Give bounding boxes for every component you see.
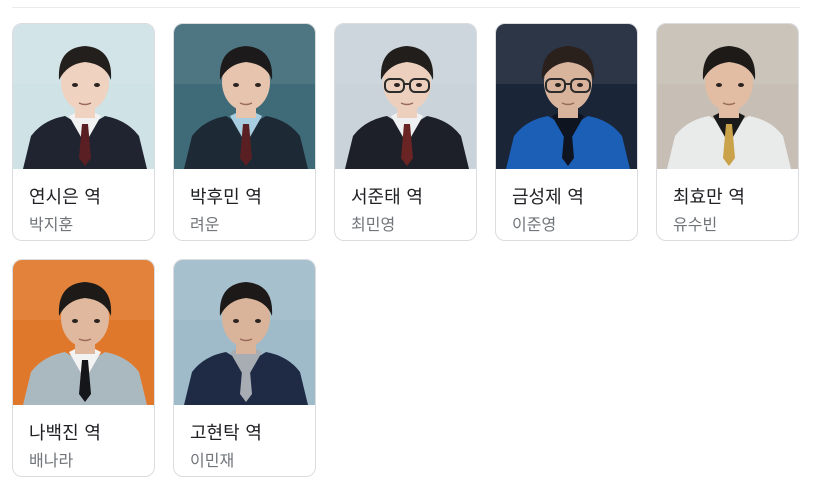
cast-actor-name: 려운: [190, 215, 220, 234]
cast-card[interactable]: 박후민 역려운: [173, 23, 316, 241]
cast-photo: [13, 24, 154, 169]
cast-role-name: 최효만 역: [673, 187, 745, 208]
cast-role-name: 나백진 역: [29, 423, 101, 444]
top-divider: [12, 7, 800, 8]
cast-card[interactable]: 나백진 역배나라: [12, 259, 155, 477]
cast-actor-name: 이민재: [190, 451, 235, 470]
cast-photo: [174, 24, 315, 169]
cast-card[interactable]: 금성제 역이준영: [495, 23, 638, 241]
cast-card[interactable]: 고현탁 역이민재: [173, 259, 316, 477]
cast-role-name: 고현탁 역: [190, 423, 262, 444]
cast-card[interactable]: 최효만 역유수빈: [656, 23, 799, 241]
cast-photo: [335, 24, 476, 169]
cast-actor-name: 최민영: [351, 215, 396, 234]
cast-photo: [13, 260, 154, 405]
cast-actor-name: 유수빈: [673, 215, 718, 234]
cast-role-name: 연시은 역: [29, 187, 101, 208]
cast-role-name: 금성제 역: [512, 187, 584, 208]
cast-card[interactable]: 연시은 역박지훈: [12, 23, 155, 241]
cast-photo: [496, 24, 637, 169]
cast-role-name: 박후민 역: [190, 187, 262, 208]
cast-role-name: 서준태 역: [351, 187, 423, 208]
cast-photo: [657, 24, 798, 169]
cast-actor-name: 배나라: [29, 451, 74, 470]
cast-actor-name: 이준영: [512, 215, 557, 234]
cast-card[interactable]: 서준태 역최민영: [334, 23, 477, 241]
cast-actor-name: 박지훈: [29, 215, 74, 234]
cast-photo: [174, 260, 315, 405]
